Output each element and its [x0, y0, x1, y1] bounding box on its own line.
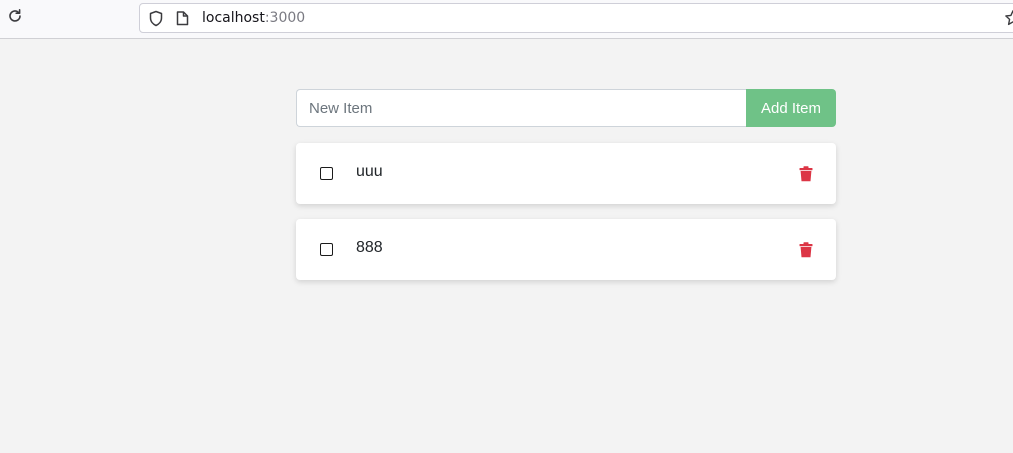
todo-item: uuu — [296, 143, 836, 204]
new-item-input[interactable] — [296, 89, 747, 127]
page-icon — [176, 11, 189, 30]
todo-checkbox[interactable] — [320, 243, 333, 256]
url-text: localhost:3000 — [202, 10, 305, 26]
reload-button[interactable] — [5, 8, 25, 28]
url-port: :3000 — [264, 10, 306, 26]
reload-icon — [7, 8, 23, 28]
trash-icon[interactable] — [798, 241, 814, 259]
star-icon[interactable] — [1004, 9, 1013, 31]
shield-icon[interactable] — [148, 10, 164, 31]
todo-label: uuu — [356, 163, 383, 180]
add-item-button[interactable]: Add Item — [746, 89, 836, 127]
trash-icon[interactable] — [798, 165, 814, 183]
todo-label: 888 — [356, 239, 383, 256]
todo-checkbox[interactable] — [320, 167, 333, 180]
todo-item: 888 — [296, 219, 836, 280]
url-bar[interactable]: localhost:3000 — [139, 3, 1013, 33]
url-host: localhost — [202, 10, 265, 26]
browser-toolbar: localhost:3000 — [0, 0, 1013, 39]
